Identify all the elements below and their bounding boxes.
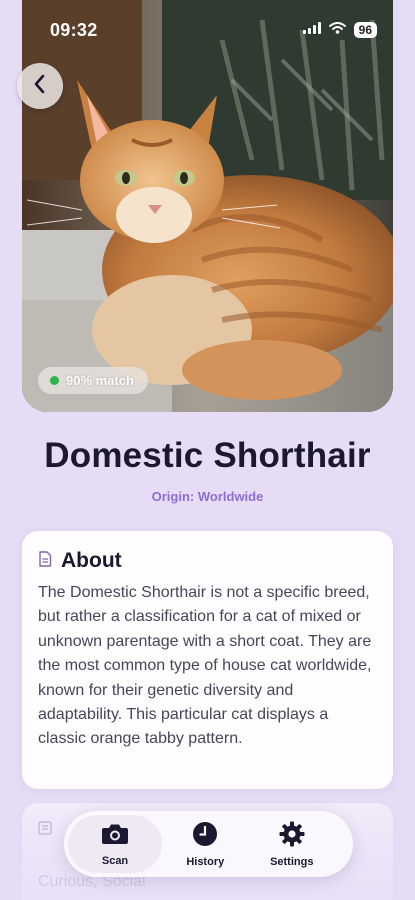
status-time: 09:32 [50, 19, 98, 40]
breed-title: Domestic Shorthair [44, 436, 371, 475]
battery-icon: 96 [353, 22, 377, 38]
back-button[interactable] [17, 63, 63, 109]
document-icon [38, 550, 52, 572]
list-icon [38, 821, 52, 840]
tab-history-label: History [186, 855, 225, 868]
clock-icon [192, 821, 218, 852]
breed-origin: Origin: Worldwide [151, 489, 264, 504]
about-text: The Domestic Shorthair is not a specific… [38, 584, 372, 748]
camera-icon [101, 822, 129, 851]
chevron-left-icon [33, 74, 47, 99]
signal-icon [302, 21, 321, 39]
gear-icon [279, 821, 305, 852]
status-icons: 96 [302, 21, 377, 39]
wifi-icon [328, 21, 346, 39]
about-header: About [38, 549, 377, 573]
tab-settings[interactable]: Settings [249, 815, 336, 873]
cat-photo [22, 0, 393, 412]
tab-scan[interactable]: Scan [68, 815, 163, 873]
tab-history[interactable]: History [162, 815, 249, 873]
tab-scan-label: Scan [101, 854, 129, 867]
match-status-dot [50, 376, 59, 385]
match-label: 90% match [66, 373, 134, 388]
about-card: About The Domestic Shorthair is not a sp… [22, 531, 393, 789]
match-badge: 90% match [38, 367, 148, 394]
tab-settings-label: Settings [270, 855, 314, 868]
about-title: About [61, 549, 122, 572]
status-bar: 09:32 96 [0, 0, 415, 60]
tab-bar: Scan History Settings [64, 811, 353, 877]
